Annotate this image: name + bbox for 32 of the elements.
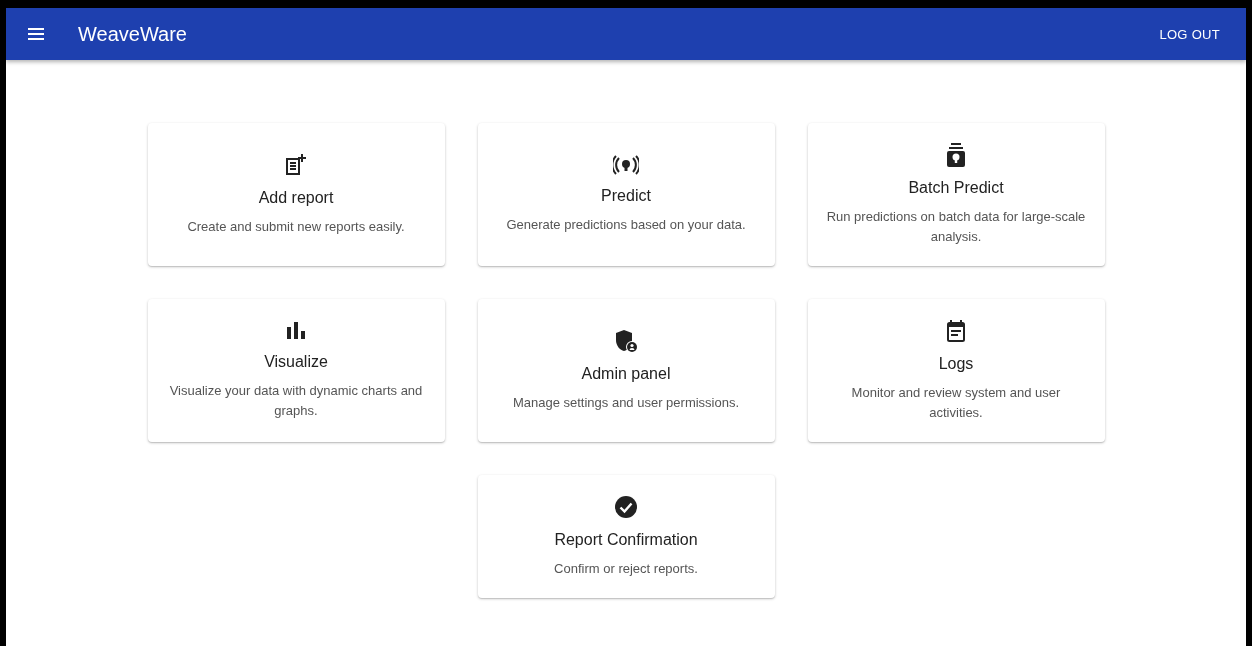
- card-description: Visualize your data with dynamic charts and graphs.: [168, 382, 424, 420]
- card-description: Create and submit new reports easily.: [187, 217, 405, 236]
- feature-card[interactable]: Report Confirmation Confirm or reject reports.: [477, 475, 775, 598]
- card-title: Visualize: [264, 353, 328, 371]
- menu-button[interactable]: [26, 26, 46, 42]
- app-title: WeaveWare: [78, 22, 187, 46]
- note-add-icon: [284, 152, 308, 177]
- logout-button[interactable]: LOG OUT: [1157, 22, 1222, 46]
- card-description: Manage settings and user permissions.: [512, 393, 740, 412]
- check-circle-icon: [614, 494, 638, 519]
- card-title: Add report: [258, 188, 334, 207]
- bar-chart-icon: [286, 321, 306, 341]
- card-title: Report Confirmation: [554, 530, 698, 549]
- feature-card[interactable]: Predict Generate predictions based on your data.: [477, 123, 775, 266]
- card-title: Logs: [938, 355, 974, 373]
- broadcast-lightbulb-icon: [613, 154, 639, 175]
- feature-card[interactable]: Logs Monitor and review system and user activities.: [807, 299, 1105, 442]
- card-description: Confirm or reject reports.: [554, 559, 698, 578]
- feature-card[interactable]: Visualize Visualize your data with dynamic charts and graphs.: [147, 299, 445, 442]
- feature-card[interactable]: Add report Create and submit new reports easily.: [147, 123, 445, 266]
- card-title: Admin panel: [581, 364, 671, 383]
- stacked-lightbulb-icon: [946, 143, 966, 167]
- calendar-note-icon: [946, 319, 966, 343]
- menu-icon: [28, 28, 44, 40]
- card-description: Monitor and review system and user activities.: [850, 384, 1062, 422]
- card-description: Generate predictions based on your data.: [506, 215, 746, 234]
- feature-card[interactable]: Admin panel Manage settings and user permissions.: [477, 299, 775, 442]
- card-title: Predict: [601, 186, 651, 205]
- card-title: Batch Predict: [908, 179, 1004, 197]
- shield-user-icon: [614, 328, 638, 353]
- feature-card[interactable]: Batch Predict Run predictions on batch data for large-scale analysis.: [807, 123, 1105, 266]
- card-description: Run predictions on batch data for large-scale analysis.: [825, 208, 1087, 246]
